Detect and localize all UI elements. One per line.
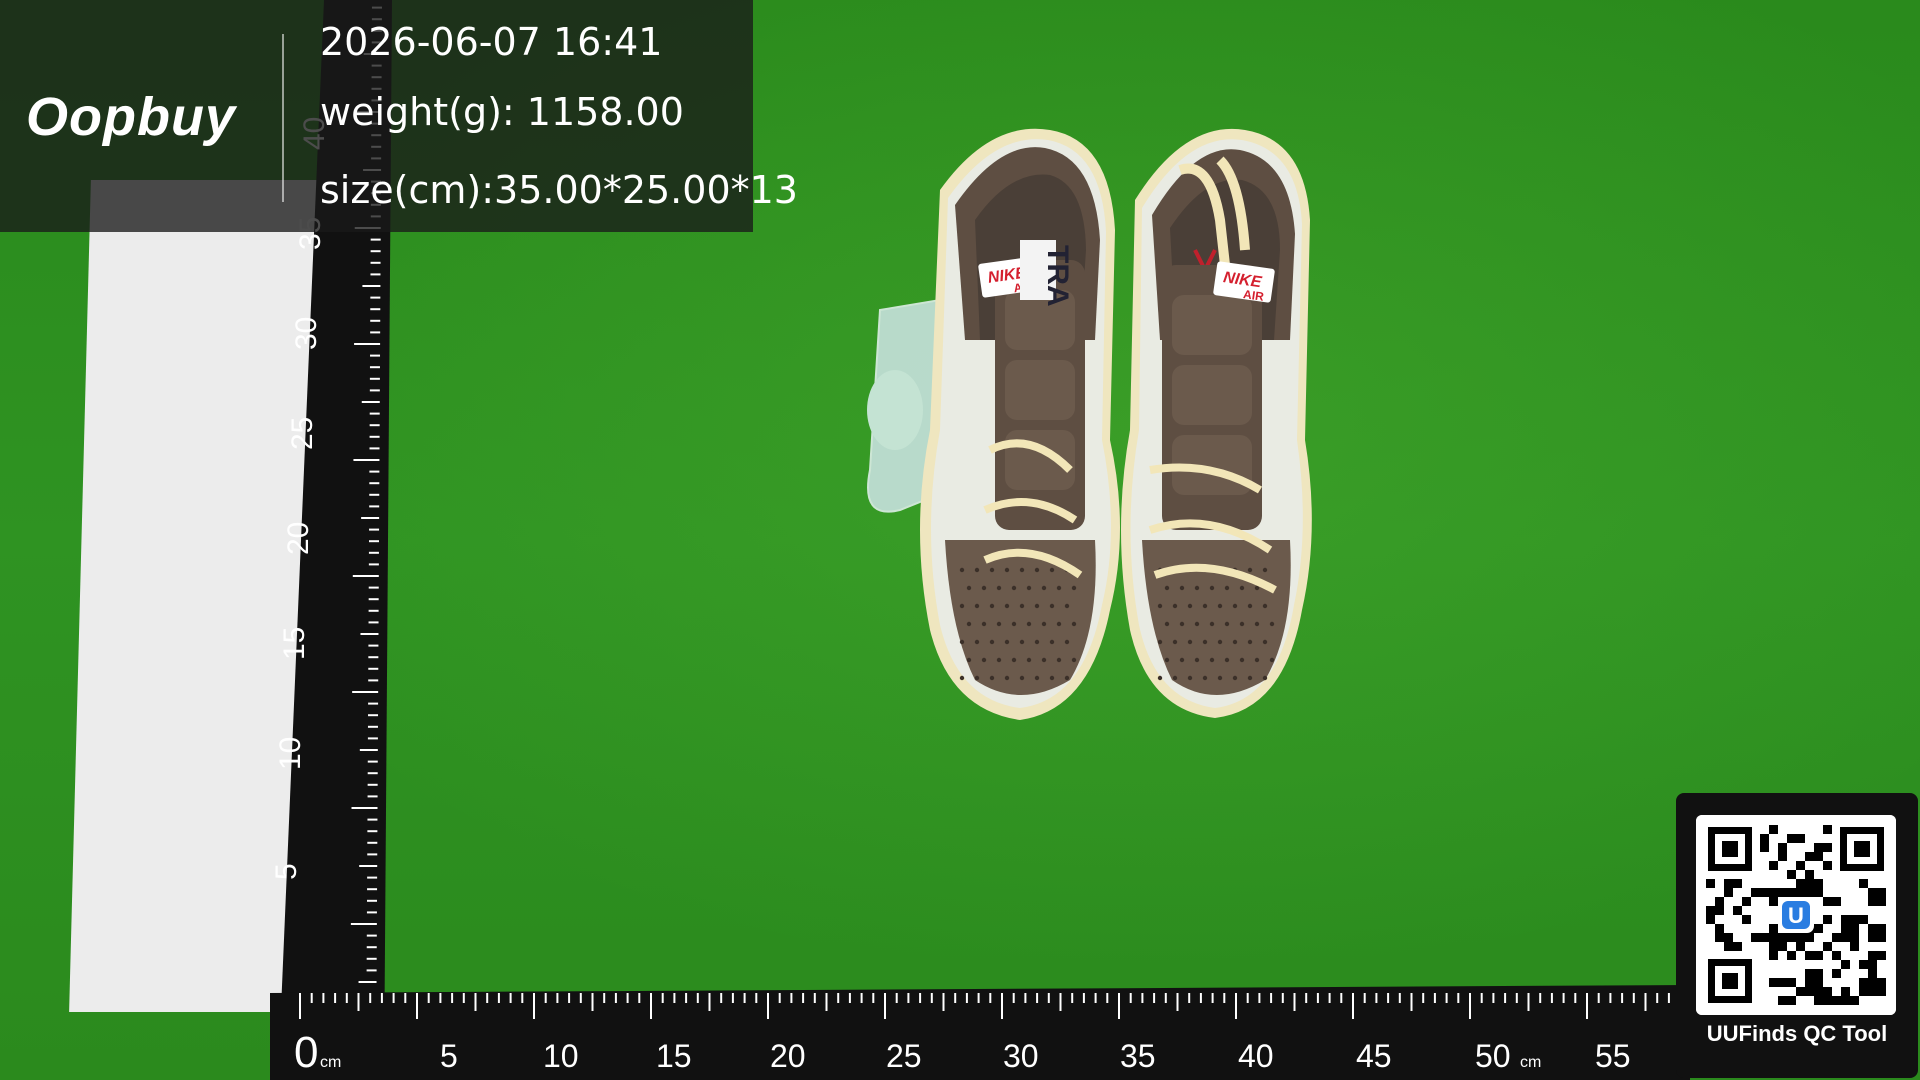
hruler-label-10: 10 <box>543 1038 579 1074</box>
size-readout: size(cm):35.00*25.00*13 <box>320 168 798 212</box>
right-shoe: NIKE AIR <box>1121 128 1312 718</box>
hruler-label-40: 40 <box>1238 1038 1274 1074</box>
qr-code[interactable]: U <box>1696 815 1896 1015</box>
vruler-label-20: 20 <box>282 522 315 555</box>
left-shoe: NIKE AIR TRA <box>920 128 1120 720</box>
timestamp: 2026-06-07 16:41 <box>320 20 663 64</box>
vruler-label-30: 30 <box>290 317 323 350</box>
hruler-label-15: 15 <box>656 1038 692 1074</box>
hruler-label-55: 55 <box>1595 1038 1631 1074</box>
qr-tool-label: UUFinds QC Tool <box>1706 1021 1888 1046</box>
hruler-unit: cm <box>320 1054 341 1071</box>
horizontal-ruler: 0 cm 5 10 15 20 25 30 35 40 45 50 cm 55 <box>270 985 1690 1080</box>
weight-readout: weight(g): 1158.00 <box>320 90 684 134</box>
hruler-label-50: 50 <box>1475 1038 1511 1074</box>
hruler-label-45: 45 <box>1356 1038 1392 1074</box>
overlay-divider <box>282 34 284 202</box>
qr-center-logo: U <box>1788 903 1804 928</box>
right-tongue-air: AIR <box>1242 287 1265 304</box>
vruler-label-10: 10 <box>274 737 307 770</box>
qc-info-overlay: Oopbuy 2026-06-07 16:41 weight(g): 1158.… <box>0 0 798 232</box>
vruler-label-5: 5 <box>272 863 303 880</box>
hruler-label-30: 30 <box>1003 1038 1039 1074</box>
hruler-label-35: 35 <box>1120 1038 1156 1074</box>
insole-text: TRA <box>1041 245 1074 307</box>
hruler-label-20: 20 <box>770 1038 806 1074</box>
hruler-unit-50: cm <box>1520 1054 1541 1071</box>
hruler-label-25: 25 <box>886 1038 922 1074</box>
vruler-label-25: 25 <box>286 417 319 450</box>
hruler-label-5: 5 <box>440 1038 458 1074</box>
uufinds-qr-panel[interactable]: U UUFinds QC Tool <box>1676 793 1918 1078</box>
sneakers-photo: NIKE AIR TRA NIKE AIR <box>867 128 1312 720</box>
vruler-label-15: 15 <box>278 627 311 660</box>
hruler-zero: 0 <box>294 1028 318 1077</box>
oopbuy-logo: Oopbuy <box>26 87 236 147</box>
